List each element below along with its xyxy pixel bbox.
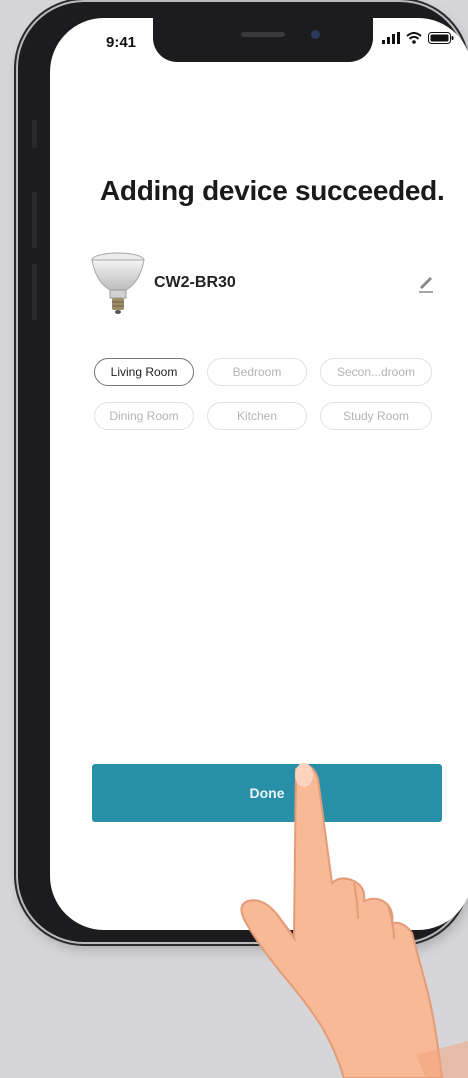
front-camera bbox=[311, 30, 320, 39]
mute-switch bbox=[32, 120, 37, 148]
device-name: CW2-BR30 bbox=[154, 274, 236, 291]
room-chip-kitchen[interactable]: Kitchen bbox=[207, 402, 307, 430]
status-time: 9:41 bbox=[106, 34, 137, 51]
light-bulb-icon bbox=[91, 252, 145, 314]
room-chip-second-bedroom[interactable]: Secon...droom bbox=[320, 358, 432, 386]
room-chip-bedroom[interactable]: Bedroom bbox=[207, 358, 307, 386]
room-chip-study-room[interactable]: Study Room bbox=[320, 402, 432, 430]
edit-icon[interactable] bbox=[416, 272, 436, 294]
volume-down-button bbox=[32, 264, 37, 320]
pointing-hand-illustration bbox=[240, 763, 468, 1078]
battery-icon bbox=[428, 32, 454, 44]
notch bbox=[153, 18, 373, 62]
volume-up-button bbox=[32, 192, 37, 248]
speaker-grille bbox=[241, 32, 285, 37]
room-chip-dining-room[interactable]: Dining Room bbox=[94, 402, 194, 430]
wifi-icon bbox=[406, 32, 422, 44]
signal-icon bbox=[382, 32, 400, 44]
device-row: CW2-BR30 bbox=[90, 250, 450, 320]
room-chip-living-room[interactable]: Living Room bbox=[94, 358, 194, 386]
page-title: Adding device succeeded. bbox=[100, 175, 445, 206]
status-icons bbox=[382, 32, 454, 44]
